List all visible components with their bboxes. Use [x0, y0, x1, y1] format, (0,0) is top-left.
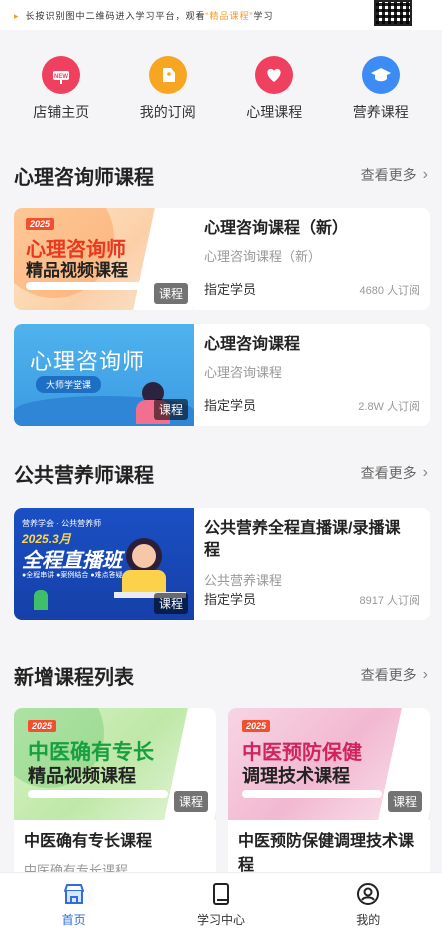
- course-title: 心理咨询课程（新）: [204, 220, 349, 237]
- nav-label: 心理课程: [246, 104, 303, 120]
- course-card[interactable]: 2025 中医确有专长 精品视频课程 课程 中医确有专长课程 中医确有专长课程: [14, 708, 216, 878]
- course-subtitle: 公共营养课程: [204, 573, 283, 588]
- see-more-link[interactable]: 查看更多 ›: [361, 165, 428, 185]
- graduation-cap-icon: [361, 56, 400, 94]
- bottom-tab-bar: 首页 学习中心 我的: [0, 872, 442, 930]
- course-tag: 课程: [153, 593, 188, 614]
- chevron-right-icon: ›: [422, 666, 428, 683]
- course-audience: 指定学员: [204, 282, 257, 297]
- course-card[interactable]: 心理咨询师 大师学堂课 课程 心理咨询课程 心理咨询课程 指定学员 2.8W 人…: [14, 324, 430, 426]
- section-header-psychology: 心理咨询师课程 查看更多 ›: [14, 160, 428, 190]
- course-thumbnail: 2025 中医确有专长 精品视频课程 课程: [14, 708, 216, 820]
- course-thumbnail: 2025 中医预防保健 调理技术课程 课程: [228, 708, 430, 820]
- chevron-right-icon: ›: [422, 166, 428, 183]
- tab-mine[interactable]: 我的: [313, 873, 423, 930]
- top-nav: NEW 店铺主页 我的订阅 心理课程 营养课程: [0, 40, 442, 130]
- nav-label: 营养课程: [352, 104, 409, 120]
- chevron-right-icon: ›: [422, 464, 428, 481]
- promo-banner[interactable]: ▸ 长按识别图中二维码进入学习平台，观看“精品课程”学习: [0, 0, 442, 30]
- nav-psychology-courses[interactable]: 心理课程: [224, 40, 324, 130]
- course-card[interactable]: 营养学会 · 公共营养师 2025.3月 全程直播班 ●全程串讲 ●案例结合 ●…: [14, 508, 430, 620]
- nav-nutrition-courses[interactable]: 营养课程: [331, 40, 431, 130]
- see-more-link[interactable]: 查看更多 ›: [361, 665, 428, 685]
- course-subtitle: 心理咨询课程（新）: [204, 249, 322, 264]
- tab-label: 我的: [356, 913, 381, 927]
- course-card[interactable]: 2025 心理咨询师 精品视频课程 课程 心理咨询课程（新） 心理咨询课程（新）…: [14, 208, 430, 310]
- section-header-new-courses: 新增课程列表 查看更多 ›: [14, 660, 428, 690]
- nav-label: 店铺主页: [33, 104, 90, 120]
- subscriber-count: 2.8W 人订阅: [358, 401, 420, 413]
- svg-text:NEW: NEW: [54, 74, 68, 80]
- section-title: 新增课程列表: [14, 666, 134, 689]
- course-title: 心理咨询课程: [204, 336, 301, 353]
- course-card[interactable]: 2025 中医预防保健 调理技术课程 课程 中医预防保健调理技术课程: [228, 708, 430, 878]
- heart-icon: [255, 56, 294, 94]
- course-title: 公共营养全程直播课/录播课程: [204, 520, 401, 559]
- section-title: 公共营养师课程: [14, 464, 154, 487]
- course-audience: 指定学员: [204, 398, 257, 413]
- course-title: 中医确有专长课程: [24, 833, 153, 850]
- home-icon: [63, 884, 84, 904]
- shop-icon: NEW: [42, 56, 81, 94]
- course-tag: 课程: [387, 791, 422, 812]
- course-tag: 课程: [173, 791, 208, 812]
- course-tag: 课程: [153, 399, 188, 420]
- book-icon: [212, 883, 229, 905]
- course-thumbnail: 心理咨询师 大师学堂课 课程: [14, 324, 194, 426]
- course-thumbnail: 2025 心理咨询师 精品视频课程 课程: [14, 208, 194, 310]
- course-title: 中医预防保健调理技术课程: [238, 833, 415, 874]
- see-more-link[interactable]: 查看更多 ›: [361, 463, 428, 483]
- section-header-nutrition: 公共营养师课程 查看更多 ›: [14, 458, 428, 488]
- tab-home[interactable]: 首页: [19, 873, 129, 930]
- section-title: 心理咨询师课程: [14, 166, 154, 189]
- nav-label: 我的订阅: [139, 104, 196, 120]
- tag-icon: [148, 56, 187, 94]
- qr-code-image: [374, 0, 412, 26]
- tab-learning-center[interactable]: 学习中心: [166, 873, 276, 930]
- tab-label: 首页: [61, 913, 86, 927]
- course-tag: 课程: [153, 283, 188, 304]
- subscriber-count: 4680 人订阅: [359, 285, 420, 297]
- nav-my-subscriptions[interactable]: 我的订阅: [118, 40, 218, 130]
- user-icon: [357, 883, 380, 905]
- course-thumbnail: 营养学会 · 公共营养师 2025.3月 全程直播班 ●全程串讲 ●案例结合 ●…: [14, 508, 194, 620]
- course-audience: 指定学员: [204, 592, 257, 607]
- nav-shop-home[interactable]: NEW 店铺主页: [11, 40, 111, 130]
- tab-label: 学习中心: [196, 913, 245, 927]
- promo-banner-text: ▸ 长按识别图中二维码进入学习平台，观看“精品课程”学习: [14, 11, 274, 21]
- course-subtitle: 心理咨询课程: [204, 365, 283, 380]
- subscriber-count: 8917 人订阅: [359, 595, 420, 607]
